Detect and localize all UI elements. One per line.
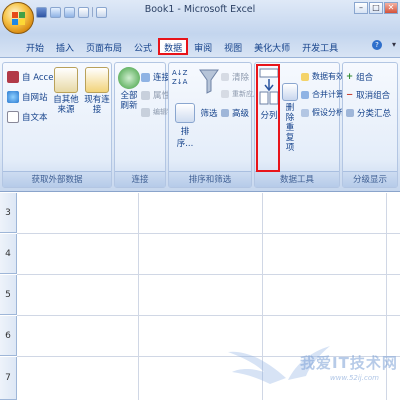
title-bar: Book1 - Microsoft Excel – □ ✕ (0, 0, 400, 34)
sort-dialog-icon (175, 103, 195, 123)
consolidate-button[interactable]: 合并计算 (301, 89, 344, 100)
other-sources-button[interactable]: 自其他来源 (51, 67, 81, 115)
minimize-button[interactable]: – (354, 2, 368, 14)
ribbon-minimize-icon[interactable]: ▾ (392, 40, 396, 49)
tab-insert[interactable]: 插入 (50, 38, 80, 55)
tab-beautify[interactable]: 美化大师 (248, 38, 296, 55)
tab-developer[interactable]: 开发工具 (296, 38, 344, 55)
group-button[interactable]: + 组合 (346, 71, 373, 83)
row-header-6[interactable]: 6 (0, 316, 17, 356)
maximize-button[interactable]: □ (369, 2, 383, 14)
ungroup-minus-icon: − (346, 90, 354, 100)
edit-links-icon (141, 107, 150, 117)
close-button[interactable]: ✕ (384, 2, 398, 14)
group-label-connections: 连接 (115, 171, 165, 187)
subtotal-icon (346, 109, 354, 117)
tab-page-layout[interactable]: 页面布局 (80, 38, 128, 55)
text-file-icon (7, 111, 19, 123)
remove-duplicates-button[interactable]: 删除重复项 (281, 83, 299, 153)
group-label-data-tools: 数据工具 (255, 171, 339, 187)
tab-home[interactable]: 开始 (20, 38, 50, 55)
sort-az-icon: A↓Z (172, 69, 188, 77)
group-connections: 全部刷新 连接 属性 编辑链接 连接 (114, 62, 181, 188)
help-icon[interactable]: ? (372, 40, 382, 50)
sort-az-button[interactable]: A↓Z Z↓A (172, 69, 187, 86)
reapply-icon (221, 90, 229, 98)
tab-data[interactable]: 数据 (158, 38, 189, 55)
row-divider (17, 233, 400, 234)
sort-za-icon: Z↓A (172, 78, 188, 86)
row-header-3[interactable]: 3 (0, 193, 17, 233)
advanced-icon (221, 109, 229, 117)
tab-review[interactable]: 审阅 (188, 38, 218, 55)
consolidate-icon (301, 90, 309, 99)
group-get-external-data: 自 Access 自网站 自文本 自其他来源 现有连接 获取外部数据 (2, 62, 112, 188)
tab-formulas[interactable]: 公式 (128, 38, 158, 55)
connections-button[interactable]: 连接 (141, 71, 170, 83)
window-title: Book1 - Microsoft Excel (144, 4, 256, 15)
other-sources-icon (54, 67, 78, 93)
from-web-button[interactable]: 自网站 (7, 91, 48, 103)
group-plus-icon: + (346, 72, 354, 82)
window-controls: – □ ✕ (354, 2, 398, 14)
watermark-text: 我爱IT技术网 (300, 354, 398, 372)
existing-connections-button[interactable]: 现有连接 (83, 67, 111, 115)
group-outline: + 组合 − 取消组合 分类汇总 分级显示 (342, 62, 398, 188)
advanced-filter-button[interactable]: 高级 (221, 107, 249, 119)
highlight-text-to-columns (256, 64, 280, 172)
properties-button: 属性 (141, 89, 170, 101)
group-label-sort-filter: 排序和筛选 (169, 171, 251, 187)
row-divider (17, 315, 400, 316)
row-header-4[interactable]: 4 (0, 234, 17, 274)
ungroup-button[interactable]: − 取消组合 (346, 89, 390, 101)
ribbon-tabs: 开始 插入 页面布局 公式 数据 审阅 视图 美化大师 开发工具 (20, 38, 344, 56)
column-divider (138, 193, 139, 400)
group-sort-filter: A↓Z Z↓A 排序... 筛选 清除 重新应用 高级 排序和筛选 (168, 62, 260, 188)
what-if-icon (301, 108, 309, 117)
existing-connections-icon (85, 67, 109, 93)
remove-duplicates-icon (282, 83, 298, 101)
web-icon (7, 91, 19, 103)
access-icon (7, 71, 19, 83)
watermark-url: www.52ij.com (330, 374, 379, 382)
what-if-button[interactable]: 假设分析 (301, 107, 344, 118)
refresh-icon (118, 67, 140, 89)
sort-button[interactable]: 排序... (173, 103, 197, 149)
clear-filter-button: 清除 (221, 71, 249, 83)
row-divider (17, 274, 400, 275)
properties-icon (141, 90, 150, 100)
filter-button[interactable]: 筛选 (199, 67, 219, 119)
clear-icon (221, 73, 229, 81)
validation-icon (301, 72, 309, 81)
connections-icon (141, 72, 150, 82)
subtotal-button[interactable]: 分类汇总 (346, 107, 391, 119)
row-header-5[interactable]: 5 (0, 275, 17, 315)
row-header-7[interactable]: 7 (0, 357, 17, 400)
group-label-external: 获取外部数据 (3, 171, 111, 187)
tab-view[interactable]: 视图 (218, 38, 248, 55)
from-text-button[interactable]: 自文本 (7, 111, 48, 123)
group-label-outline: 分级显示 (343, 171, 397, 187)
ribbon: 自 Access 自网站 自文本 自其他来源 现有连接 获取外部数据 全部刷新 … (0, 57, 400, 192)
refresh-all-button[interactable]: 全部刷新 (117, 67, 141, 111)
filter-funnel-icon (199, 69, 219, 94)
